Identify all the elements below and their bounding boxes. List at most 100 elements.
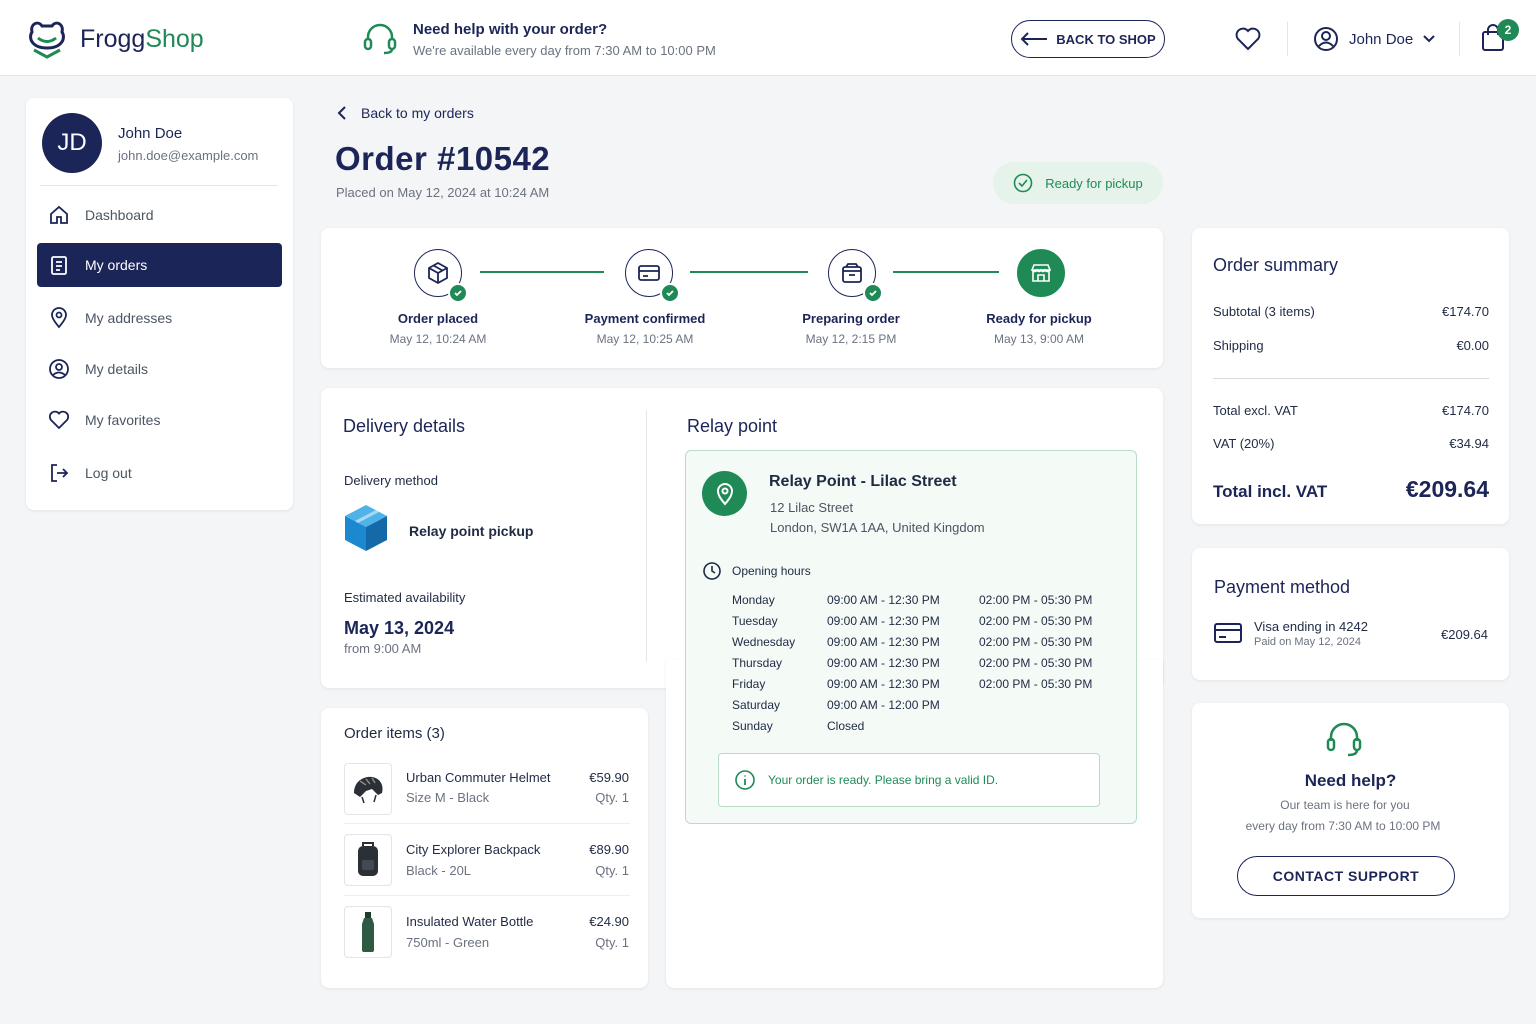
brand-name[interactable]: FroggShop xyxy=(80,25,204,54)
item-variant: Black - 20L xyxy=(406,863,472,878)
item-divider xyxy=(344,823,630,824)
check-icon xyxy=(448,283,468,303)
contact-support-button[interactable]: CONTACT SUPPORT xyxy=(1237,856,1455,896)
check-icon xyxy=(863,283,883,303)
item-thumbnail[interactable] xyxy=(344,834,392,886)
back-to-orders-link[interactable]: Back to my orders xyxy=(337,105,474,121)
hours-am: 09:00 AM - 12:30 PM xyxy=(827,677,940,691)
header-user-name[interactable]: John Doe xyxy=(1349,31,1413,48)
summary-subtotal-row: Subtotal (3 items) €174.70 xyxy=(1213,304,1489,319)
helmet-icon xyxy=(354,776,383,804)
summary-divider xyxy=(1213,378,1489,379)
sidebar-item-dashboard[interactable]: Dashboard xyxy=(37,193,282,237)
hours-am: 09:00 AM - 12:30 PM xyxy=(827,614,940,628)
step-label: Payment confirmed xyxy=(584,311,706,326)
sidebar-item-label: Dashboard xyxy=(85,207,154,223)
back-to-shop-button[interactable]: BACK TO SHOP xyxy=(1011,20,1165,58)
hours-am: Closed xyxy=(827,719,865,733)
page-title: Order #10542 xyxy=(335,140,551,177)
item-variant: Size M - Black xyxy=(406,790,490,805)
logout-icon xyxy=(51,464,69,482)
item-qty: Qty. 1 xyxy=(595,935,629,950)
step-date: May 12, 2:15 PM xyxy=(805,332,897,346)
box-icon xyxy=(842,263,862,283)
sidebar-item-my-favorites[interactable]: My favorites xyxy=(37,398,282,442)
sidebar-item-my-orders[interactable]: My orders xyxy=(37,243,282,287)
payment-method-card xyxy=(1192,548,1509,680)
hours-day: Monday xyxy=(732,593,775,607)
chevron-left-icon xyxy=(337,106,346,120)
headset-icon xyxy=(1326,722,1362,757)
item-thumbnail[interactable] xyxy=(344,763,392,815)
payment-method-title: Payment method xyxy=(1214,577,1351,597)
user-circle-icon[interactable] xyxy=(1313,26,1339,52)
relay-street: 12 Lilac Street xyxy=(770,500,854,515)
status-label: Ready for pickup xyxy=(1045,175,1143,191)
step-connector xyxy=(690,271,808,273)
summary-shipping-row: Shipping €0.00 xyxy=(1213,338,1489,353)
chevron-down-icon[interactable] xyxy=(1423,34,1435,44)
relay-city: London, SW1A 1AA, United Kingdom xyxy=(770,520,985,535)
hours-am: 09:00 AM - 12:00 PM xyxy=(827,698,940,712)
sidebar-item-label: My favorites xyxy=(85,412,161,428)
step-date: May 13, 9:00 AM xyxy=(993,332,1085,346)
step-label: Order placed xyxy=(397,311,479,326)
step-label: Ready for pickup xyxy=(986,311,1092,326)
item-name[interactable]: City Explorer Backpack xyxy=(406,842,540,857)
item-price: €24.90 xyxy=(589,914,629,929)
step-date: May 12, 10:25 AM xyxy=(596,332,694,346)
step-connector xyxy=(893,271,999,273)
sidebar-user-name: John Doe xyxy=(118,125,183,142)
header-divider xyxy=(1287,22,1288,56)
step-ready-icon-wrap xyxy=(1017,249,1065,297)
sidebar-item-my-addresses[interactable]: My addresses xyxy=(37,296,282,340)
sidebar-item-my-details[interactable]: My details xyxy=(37,347,282,391)
arrow-left-icon xyxy=(1020,32,1048,46)
order-summary-title: Order summary xyxy=(1213,255,1339,275)
relay-pin-badge xyxy=(702,471,747,516)
item-thumbnail[interactable] xyxy=(344,906,392,958)
hours-pm: 02:00 PM - 05:30 PM xyxy=(979,635,1093,649)
sidebar-divider xyxy=(40,185,278,186)
item-name[interactable]: Insulated Water Bottle xyxy=(406,914,533,929)
opening-hours-label: Opening hours xyxy=(732,564,811,578)
clock-icon xyxy=(703,562,721,580)
item-qty: Qty. 1 xyxy=(595,790,629,805)
help-title: Need help with your order? xyxy=(413,21,608,38)
relay-name: Relay Point - Lilac Street xyxy=(769,473,957,490)
hours-pm: 02:00 PM - 05:30 PM xyxy=(979,677,1093,691)
check-circle-icon xyxy=(1013,173,1033,193)
hours-day: Wednesday xyxy=(732,635,796,649)
headset-icon xyxy=(363,23,397,55)
ready-notice: Your order is ready. Please bring a vali… xyxy=(718,753,1100,807)
delivery-method-value: Relay point pickup xyxy=(409,523,534,539)
frog-logo-icon[interactable] xyxy=(26,18,68,60)
package-icon xyxy=(428,261,448,285)
hours-day: Saturday xyxy=(732,698,781,712)
avatar: JD xyxy=(42,113,102,173)
item-name[interactable]: Urban Commuter Helmet xyxy=(406,770,551,785)
relay-point-title: Relay point xyxy=(687,416,778,436)
backpack-icon xyxy=(358,842,378,876)
hours-pm: 02:00 PM - 05:30 PM xyxy=(979,656,1093,670)
summary-vat-row: VAT (20%) €34.94 xyxy=(1213,436,1489,451)
status-badge: Ready for pickup xyxy=(993,162,1163,204)
credit-card-icon xyxy=(1214,623,1242,643)
sidebar-item-label: Log out xyxy=(85,465,132,481)
step-label: Preparing order xyxy=(802,311,900,326)
support-line-1: Our team is here for you xyxy=(1280,798,1410,812)
item-qty: Qty. 1 xyxy=(595,863,629,878)
payment-card-label: Visa ending in 4242 xyxy=(1254,619,1368,634)
sidebar-item-log-out[interactable]: Log out xyxy=(37,451,282,495)
top-header: FroggShop Need help with your order? We'… xyxy=(0,0,1536,76)
step-date: May 12, 10:24 AM xyxy=(389,332,487,346)
payment-amount: €209.64 xyxy=(1441,627,1488,642)
clipboard-icon xyxy=(51,256,67,275)
help-subtitle: We're available every day from 7:30 AM t… xyxy=(413,43,716,58)
map-pin-icon xyxy=(51,307,67,329)
back-to-shop-label: BACK TO SHOP xyxy=(1056,31,1156,47)
order-placed-date: Placed on May 12, 2024 at 10:24 AM xyxy=(336,185,550,200)
hours-am: 09:00 AM - 12:30 PM xyxy=(827,593,940,607)
hours-day: Thursday xyxy=(732,656,783,670)
heart-icon[interactable] xyxy=(1235,27,1261,51)
